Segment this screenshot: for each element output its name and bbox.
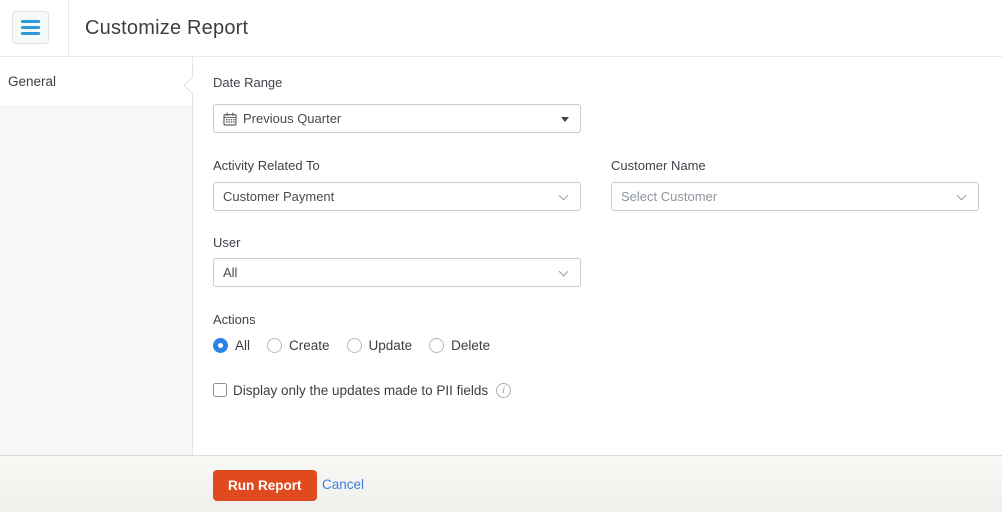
customer-name-placeholder: Select Customer	[621, 189, 717, 204]
run-report-button[interactable]: Run Report	[213, 470, 317, 501]
sidebar-item-general[interactable]: General	[0, 57, 192, 107]
caret-down-icon	[561, 117, 569, 122]
chevron-down-icon	[559, 267, 569, 277]
info-icon[interactable]: i	[496, 383, 511, 398]
radio-button[interactable]	[429, 338, 444, 353]
date-range-select[interactable]: Previous Quarter	[213, 104, 581, 133]
radio-option-delete[interactable]: Delete	[429, 338, 490, 353]
cancel-link[interactable]: Cancel	[322, 456, 364, 513]
customer-name-label: Customer Name	[611, 158, 706, 173]
radio-button-selected[interactable]	[213, 338, 228, 353]
chevron-down-icon	[559, 191, 569, 201]
user-select[interactable]: All	[213, 258, 581, 287]
pii-checkbox-row: Display only the updates made to PII fie…	[213, 382, 511, 398]
footer: Run Report Cancel	[0, 455, 1002, 512]
pii-checkbox-label: Display only the updates made to PII fie…	[233, 383, 488, 398]
chevron-down-icon	[957, 191, 967, 201]
hamburger-menu-button[interactable]	[12, 11, 49, 44]
activity-related-to-label: Activity Related To	[213, 158, 320, 173]
activity-related-to-value: Customer Payment	[223, 189, 334, 204]
actions-radio-group: All Create Update Delete	[213, 337, 490, 353]
customer-name-select[interactable]: Select Customer	[611, 182, 979, 211]
calendar-icon	[223, 112, 237, 126]
sidebar: General	[0, 57, 193, 455]
actions-label: Actions	[213, 312, 256, 327]
radio-button[interactable]	[347, 338, 362, 353]
page-title: Customize Report	[85, 0, 248, 56]
pii-checkbox[interactable]	[213, 383, 227, 397]
radio-option-create[interactable]: Create	[267, 338, 330, 353]
radio-button[interactable]	[267, 338, 282, 353]
sidebar-item-label: General	[8, 74, 56, 89]
date-range-value: Previous Quarter	[243, 111, 341, 126]
radio-option-update[interactable]: Update	[347, 338, 413, 353]
user-label: User	[213, 235, 240, 250]
header: Customize Report	[0, 0, 1002, 57]
user-value: All	[223, 265, 237, 280]
activity-related-to-select[interactable]: Customer Payment	[213, 182, 581, 211]
header-divider	[68, 0, 69, 56]
radio-option-all[interactable]: All	[213, 338, 250, 353]
date-range-label: Date Range	[213, 75, 282, 90]
